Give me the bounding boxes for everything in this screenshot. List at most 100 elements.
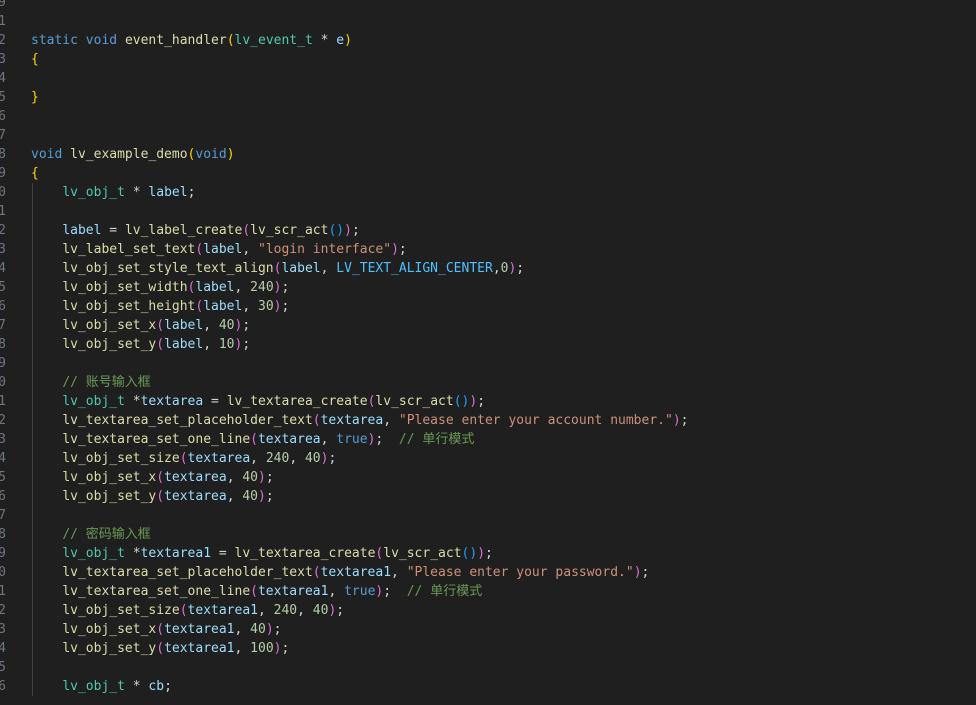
code-line[interactable]: 2 static void event_handler(lv_event_t * …	[0, 31, 976, 50]
code-token: textarea1	[257, 584, 329, 599]
code-token: ;	[242, 337, 251, 352]
code-line[interactable]: 5 lv_obj_set_x(textarea, 40);	[0, 468, 976, 487]
line-number: 5	[0, 280, 6, 295]
code-token: ;	[485, 546, 493, 561]
code-token: ;	[398, 242, 407, 257]
code-token: )	[226, 147, 235, 162]
code-token: label	[164, 337, 204, 352]
code-line[interactable]: 5	[0, 658, 976, 677]
line-number: 3	[0, 622, 6, 637]
code-line[interactable]: 6 lv_obj_set_y(textarea, 40);	[0, 487, 976, 506]
code-token: lv_obj_set_size	[62, 603, 180, 618]
code-line[interactable]: 2 label = lv_label_create(lv_scr_act());	[0, 221, 976, 240]
code-line[interactable]: 8 void lv_example_demo(void)	[0, 145, 976, 164]
code-line[interactable]: 8 // 密码输入框	[0, 525, 976, 544]
code-line[interactable]: 1	[0, 12, 976, 31]
code-token: )	[344, 223, 352, 238]
code-token: lv_obj_set_y	[62, 337, 157, 352]
line-source: lv_obj_set_style_text_align(label, LV_TE…	[31, 259, 524, 278]
line-number: 3	[0, 52, 6, 67]
code-token: lv_event_t	[234, 33, 313, 48]
line-number: 2	[0, 33, 6, 48]
code-token: ;	[375, 432, 399, 447]
code-token: lv_obj_set_size	[62, 451, 180, 466]
code-token: )	[633, 565, 642, 580]
code-token: *	[124, 185, 149, 200]
code-token: ;	[641, 565, 650, 580]
code-token: textarea	[164, 470, 227, 485]
code-token: (	[226, 33, 235, 48]
line-number: 4	[0, 641, 6, 656]
code-token: (	[156, 622, 165, 637]
line-number: 0	[0, 185, 6, 200]
code-line[interactable]: 1	[0, 202, 976, 221]
code-token: ,	[203, 318, 219, 333]
code-line[interactable]: 7 lv_obj_set_x(label, 40);	[0, 316, 976, 335]
code-token: label	[164, 318, 204, 333]
code-line[interactable]: 1 lv_textarea_set_one_line(textarea1, tr…	[0, 582, 976, 601]
code-token: lv_textarea_set_one_line	[62, 432, 251, 447]
code-line[interactable]: 6	[0, 107, 976, 126]
code-line[interactable]: 9	[0, 0, 976, 12]
line-number: 5	[0, 660, 6, 675]
code-token: // 单行模式	[398, 432, 475, 447]
code-token: ,	[242, 242, 258, 257]
code-line[interactable]: 0 // 账号输入框	[0, 373, 976, 392]
code-line[interactable]: 5}	[0, 88, 976, 107]
code-token: )	[469, 394, 478, 409]
code-line[interactable]: 9	[0, 354, 976, 373]
code-line[interactable]: 6 lv_obj_t * cb;	[0, 677, 976, 696]
code-line[interactable]: 3 lv_label_set_text(label, "login interf…	[0, 240, 976, 259]
code-line[interactable]: 4 lv_obj_set_y(textarea1, 100);	[0, 639, 976, 658]
code-token: void	[31, 147, 63, 162]
code-token: {	[31, 52, 39, 67]
code-token: {	[31, 166, 39, 181]
code-line[interactable]: 9 lv_obj_t *textarea1 = lv_textarea_crea…	[0, 544, 976, 563]
code-token: textarea	[257, 432, 321, 447]
line-source: lv_label_set_text(label, "login interfac…	[31, 240, 407, 259]
code-editor[interactable]: 9 1 2 static void event_handler(lv_event_t …	[0, 0, 976, 705]
code-token: ;	[164, 679, 172, 694]
code-token: void	[195, 147, 227, 162]
code-token: // 账号输入框	[62, 375, 151, 390]
code-token: (	[156, 489, 165, 504]
code-token: lv_obj_t	[62, 546, 125, 561]
code-line[interactable]: 8 lv_obj_set_y(label, 10);	[0, 335, 976, 354]
code-line[interactable]: 0 lv_obj_t * label;	[0, 183, 976, 202]
code-line[interactable]: 7	[0, 126, 976, 145]
code-token: ,	[250, 451, 266, 466]
code-line[interactable]: 4 lv_obj_set_style_text_align(label, LV_…	[0, 259, 976, 278]
code-token: void	[85, 33, 118, 48]
code-line[interactable]: 9{	[0, 164, 976, 183]
code-token: ;	[328, 451, 337, 466]
code-token: ,	[320, 432, 337, 447]
code-line[interactable]: 2 lv_obj_set_size(textarea1, 240, 40);	[0, 601, 976, 620]
line-number: 8	[0, 527, 6, 542]
code-line[interactable]: 7	[0, 506, 976, 525]
code-token: ;	[281, 280, 290, 295]
code-line[interactable]: 0 lv_textarea_set_placeholder_text(texta…	[0, 563, 976, 582]
code-line[interactable]: 6 lv_obj_set_height(label, 30);	[0, 297, 976, 316]
code-line[interactable]: 4 lv_obj_set_size(textarea, 240, 40);	[0, 449, 976, 468]
line-source: lv_obj_set_size(textarea, 240, 40);	[31, 449, 336, 468]
code-token: lv_obj_set_x	[62, 622, 157, 637]
code-line[interactable]: 1 lv_obj_t *textarea = lv_textarea_creat…	[0, 392, 976, 411]
code-token: label	[203, 242, 243, 257]
code-line[interactable]: 3 lv_obj_set_x(textarea1, 40);	[0, 620, 976, 639]
code-line[interactable]: 4	[0, 69, 976, 88]
code-line[interactable]: 3 lv_textarea_set_one_line(textarea, tru…	[0, 430, 976, 449]
code-line[interactable]: 5 lv_obj_set_width(label, 240);	[0, 278, 976, 297]
code-line[interactable]: 2 lv_textarea_set_placeholder_text(texta…	[0, 411, 976, 430]
line-number: 7	[0, 128, 6, 143]
line-source: lv_obj_set_x(label, 40);	[31, 316, 250, 335]
code-token: (	[242, 223, 251, 238]
line-source: lv_textarea_set_placeholder_text(textare…	[31, 411, 688, 430]
code-line[interactable]: 3{	[0, 50, 976, 69]
line-number: 6	[0, 299, 6, 314]
